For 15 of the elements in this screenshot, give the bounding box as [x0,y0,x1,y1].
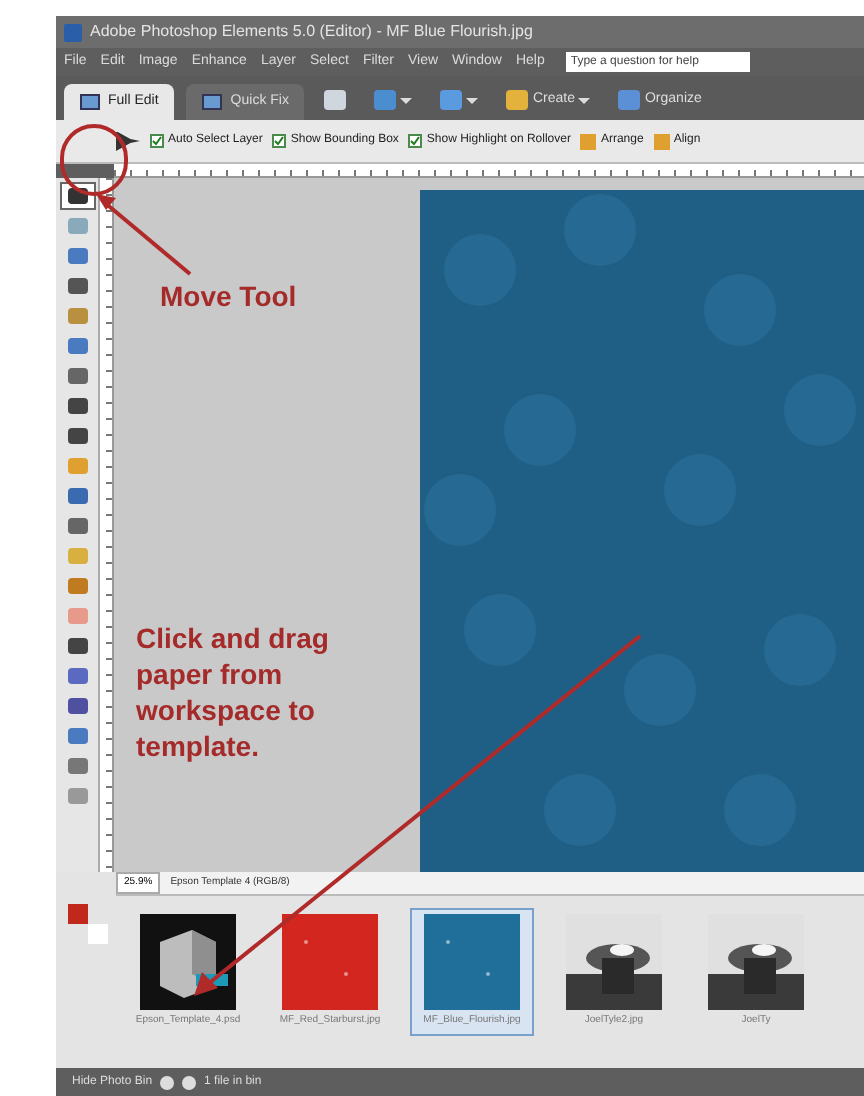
annotation-arrow [96,194,192,276]
previous-icon[interactable] [160,1075,175,1089]
foreground-color-swatch[interactable] [68,904,88,924]
background-color-swatch[interactable] [88,924,108,944]
tool-button[interactable] [59,182,95,210]
annotation-text: Move Tool [160,278,297,316]
checkbox[interactable] [150,134,164,148]
template-thumbnail [140,914,236,1010]
window-title: Adobe Photoshop Elements 5.0 (Editor) - MF Blue Flourish.jpg [90,20,533,44]
checkbox[interactable] [408,134,423,148]
checkbox[interactable] [272,134,287,148]
move-icon [116,131,140,151]
app-icon [64,23,82,41]
annotation-text: Click and drag paper from workspace to template. [136,620,331,764]
next-icon[interactable] [182,1075,197,1089]
